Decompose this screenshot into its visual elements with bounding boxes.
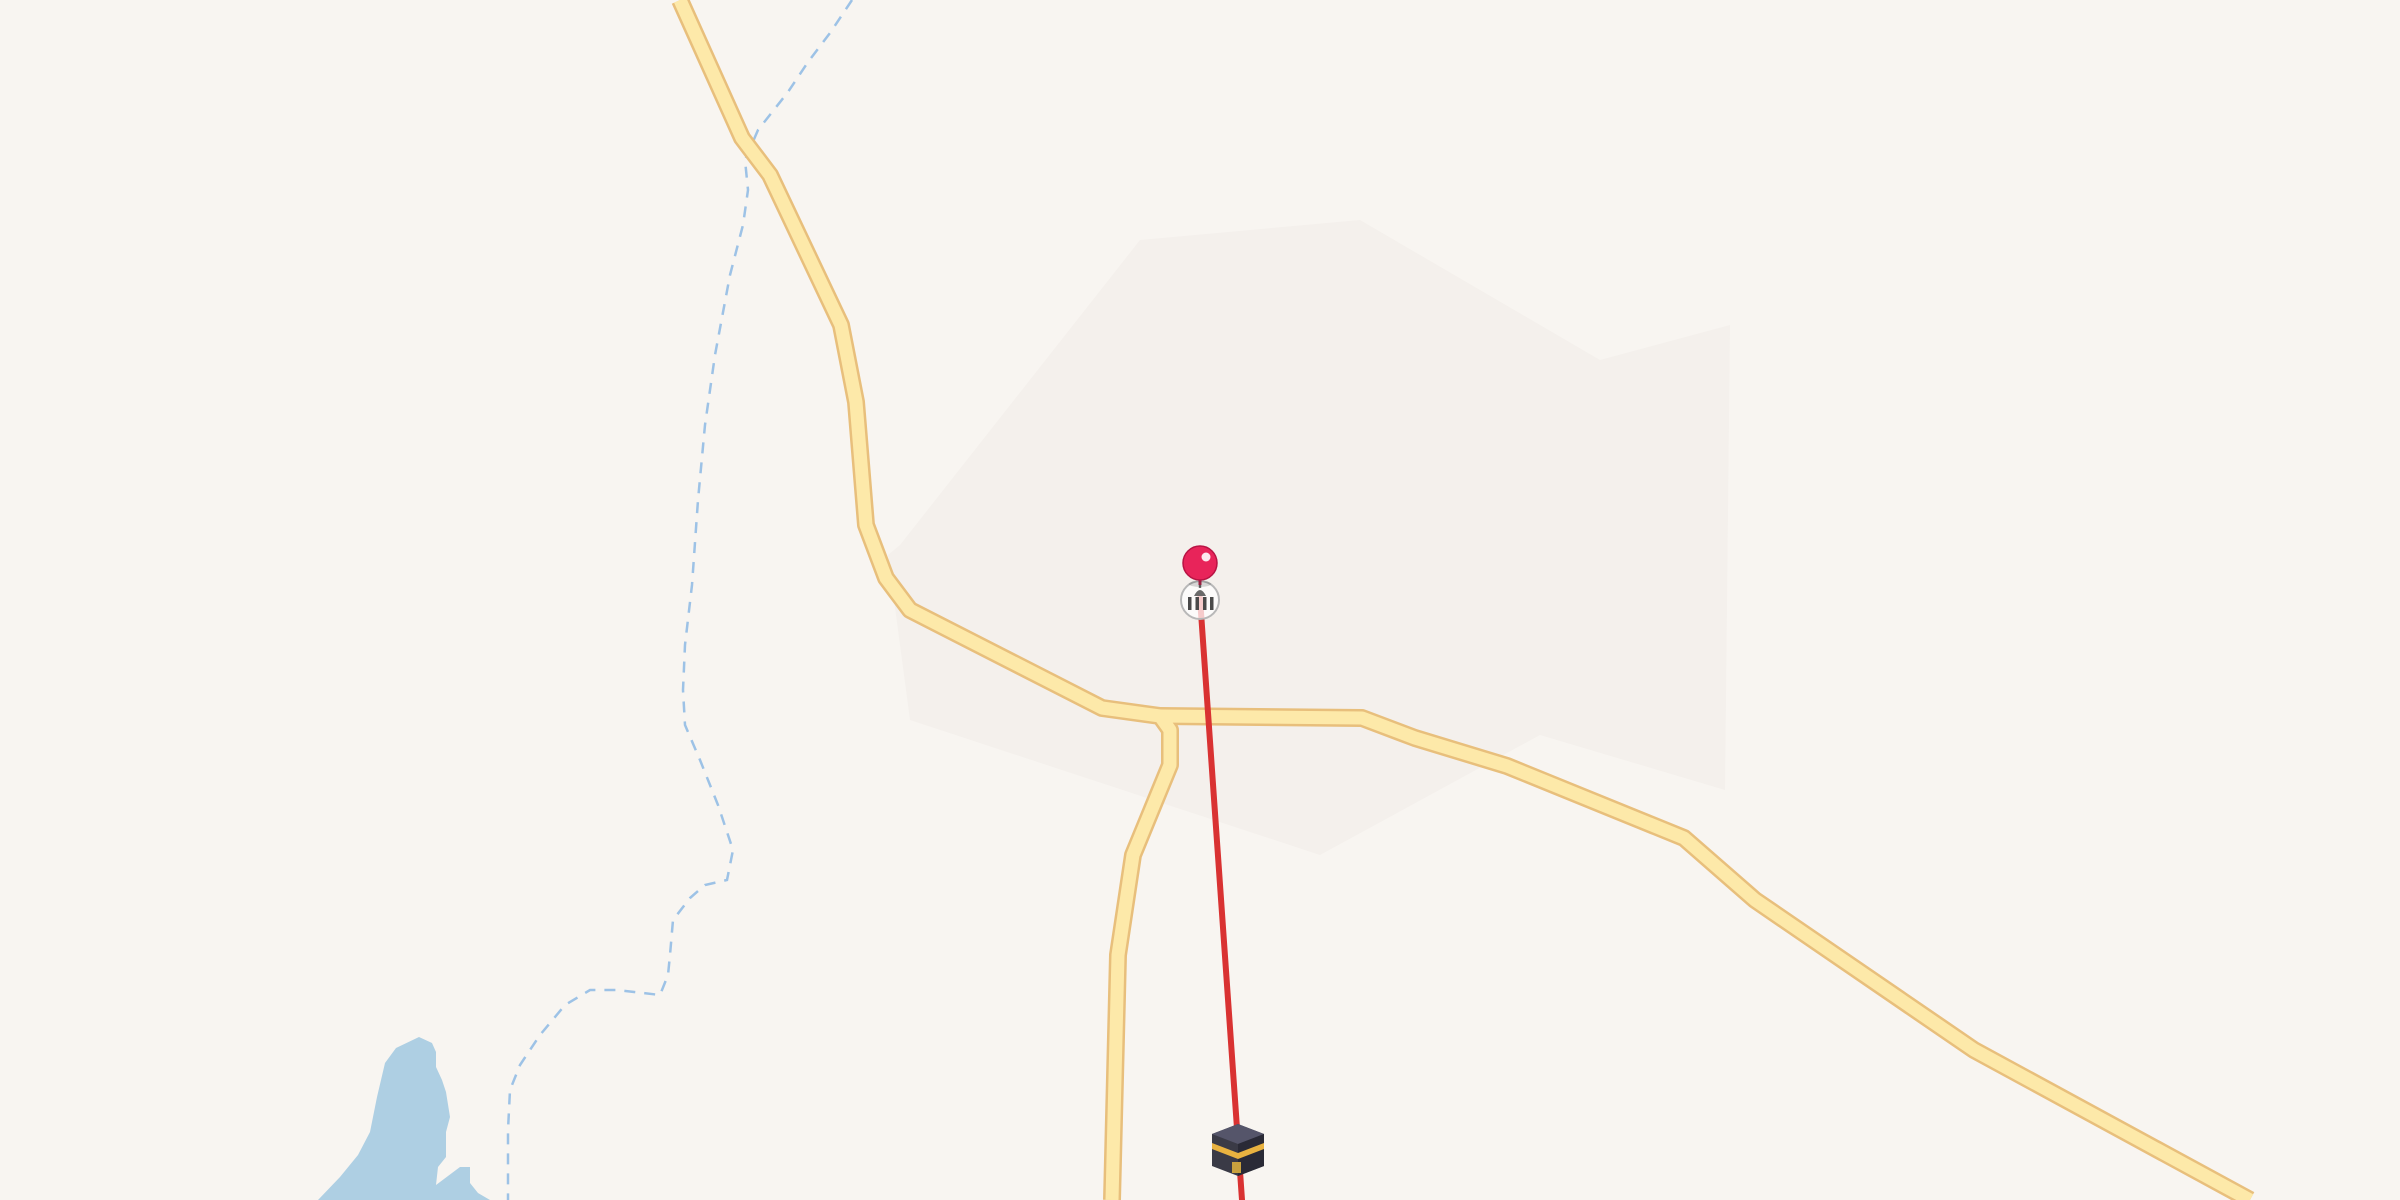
kaaba-icon[interactable] <box>1212 1124 1264 1176</box>
map-canvas[interactable] <box>0 0 2400 1200</box>
